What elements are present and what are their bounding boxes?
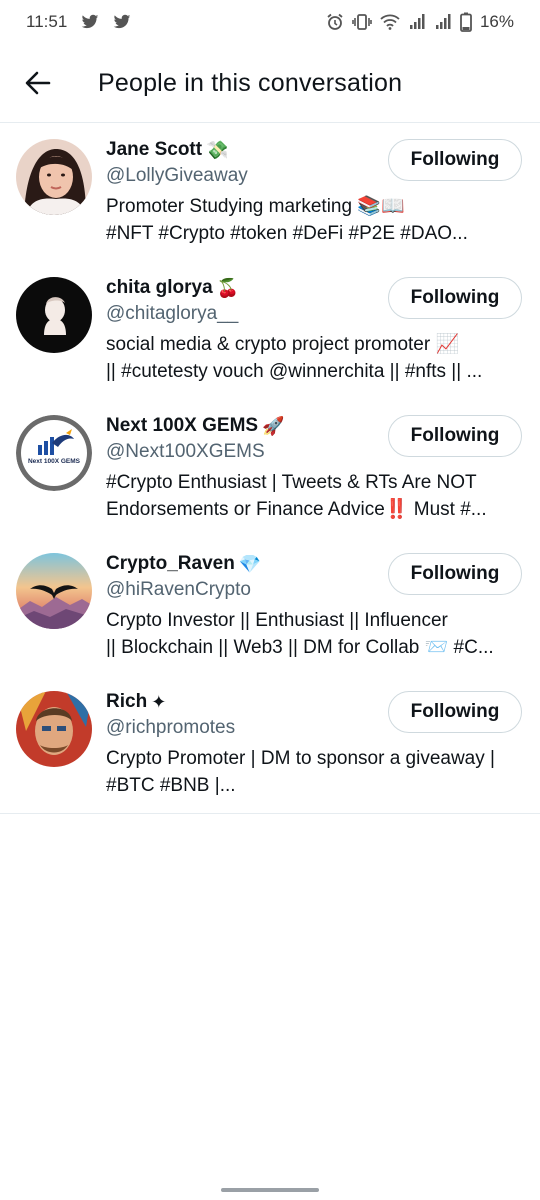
sparkle-icon: ✦ bbox=[151, 691, 167, 712]
person-row-next-100x-gems[interactable]: Next 100X GEMS Next 100X GEMS 🚀 @Next100… bbox=[0, 399, 540, 537]
page-title: People in this conversation bbox=[98, 68, 403, 97]
bio: Crypto Investor || Enthusiast || Influen… bbox=[106, 607, 520, 661]
avatar[interactable] bbox=[16, 553, 92, 629]
bio: #Crypto Enthusiast | Tweets & RTs Are NO… bbox=[106, 469, 520, 523]
name-emoji: 🚀 bbox=[262, 415, 285, 436]
person-row-jane-scott[interactable]: Jane Scott 💸 @LollyGiveaway Promoter Stu… bbox=[0, 123, 540, 261]
back-button[interactable] bbox=[0, 44, 76, 122]
signal-icon bbox=[409, 14, 425, 29]
home-indicator[interactable] bbox=[221, 1188, 319, 1192]
bio-line: Endorsements or Finance Advice‼️ Must #.… bbox=[106, 499, 487, 520]
display-name: Jane Scott bbox=[106, 139, 203, 160]
display-name: Rich bbox=[106, 691, 148, 712]
display-name: Next 100X GEMS bbox=[106, 415, 259, 436]
avatar[interactable]: Next 100X GEMS bbox=[16, 415, 92, 491]
arrow-left-icon bbox=[25, 71, 51, 95]
signal-icon bbox=[435, 14, 451, 29]
header: People in this conversation bbox=[0, 44, 540, 123]
bio: social media & crypto project promoter 📈… bbox=[106, 331, 520, 385]
bio-line: Crypto Investor || Enthusiast || Influen… bbox=[106, 610, 448, 631]
bio-line: Crypto Promoter | DM to sponsor a giveaw… bbox=[106, 748, 495, 769]
bio: Crypto Promoter | DM to sponsor a giveaw… bbox=[106, 745, 520, 799]
avatar[interactable] bbox=[16, 277, 92, 353]
people-list: Jane Scott 💸 @LollyGiveaway Promoter Stu… bbox=[0, 123, 540, 814]
bio-line: || #cutetesty vouch @winnerchita || #nft… bbox=[106, 361, 483, 382]
battery-percentage: 16% bbox=[479, 12, 514, 31]
clock: 11:51 bbox=[26, 12, 68, 31]
status-right: 16% bbox=[326, 12, 514, 32]
bio: Promoter Studying marketing 📚📖 #NFT #Cry… bbox=[106, 193, 520, 247]
display-name: Crypto_Raven bbox=[106, 553, 235, 574]
status-left: 11:51 bbox=[26, 12, 131, 32]
following-button[interactable]: Following bbox=[388, 415, 522, 457]
display-name: chita glorya bbox=[106, 277, 213, 298]
avatar-logo-text: Next 100X GEMS bbox=[28, 458, 81, 465]
battery-icon bbox=[460, 12, 472, 32]
bio-line: #Crypto Enthusiast | Tweets & RTs Are NO… bbox=[106, 472, 477, 493]
person-row-chita-glorya[interactable]: chita glorya 🍒 @chitaglorya__ social med… bbox=[0, 261, 540, 399]
bio-line: Promoter Studying marketing 📚📖 bbox=[106, 196, 405, 217]
bio-line: social media & crypto project promoter 📈 bbox=[106, 334, 460, 355]
following-button[interactable]: Following bbox=[388, 277, 522, 319]
alarm-icon bbox=[327, 13, 343, 30]
name-emoji: 💎 bbox=[238, 553, 262, 574]
avatar[interactable] bbox=[16, 691, 92, 767]
person-row-crypto-raven[interactable]: Crypto_Raven 💎 @hiRavenCrypto Crypto Inv… bbox=[0, 537, 540, 675]
avatar[interactable] bbox=[16, 139, 92, 215]
bio-line: || Blockchain || Web3 || DM for Collab 📨… bbox=[106, 637, 494, 658]
twitter-bird-icon bbox=[114, 14, 131, 29]
status-bar: 11:51 16% bbox=[0, 0, 540, 44]
person-row-rich[interactable]: Rich ✦ @richpromotes Crypto Promoter | D… bbox=[0, 675, 540, 813]
twitter-bird-icon bbox=[82, 14, 99, 29]
vibrate-icon bbox=[352, 14, 372, 30]
wifi-icon bbox=[380, 14, 400, 30]
following-button[interactable]: Following bbox=[388, 553, 522, 595]
bio-line: #BTC #BNB |... bbox=[106, 775, 236, 796]
name-emoji: 💸 bbox=[206, 139, 229, 160]
following-button[interactable]: Following bbox=[388, 691, 522, 733]
name-emoji: 🍒 bbox=[216, 277, 240, 298]
following-button[interactable]: Following bbox=[388, 139, 522, 181]
bio-line: #NFT #Crypto #token #DeFi #P2E #DAO... bbox=[106, 223, 468, 244]
